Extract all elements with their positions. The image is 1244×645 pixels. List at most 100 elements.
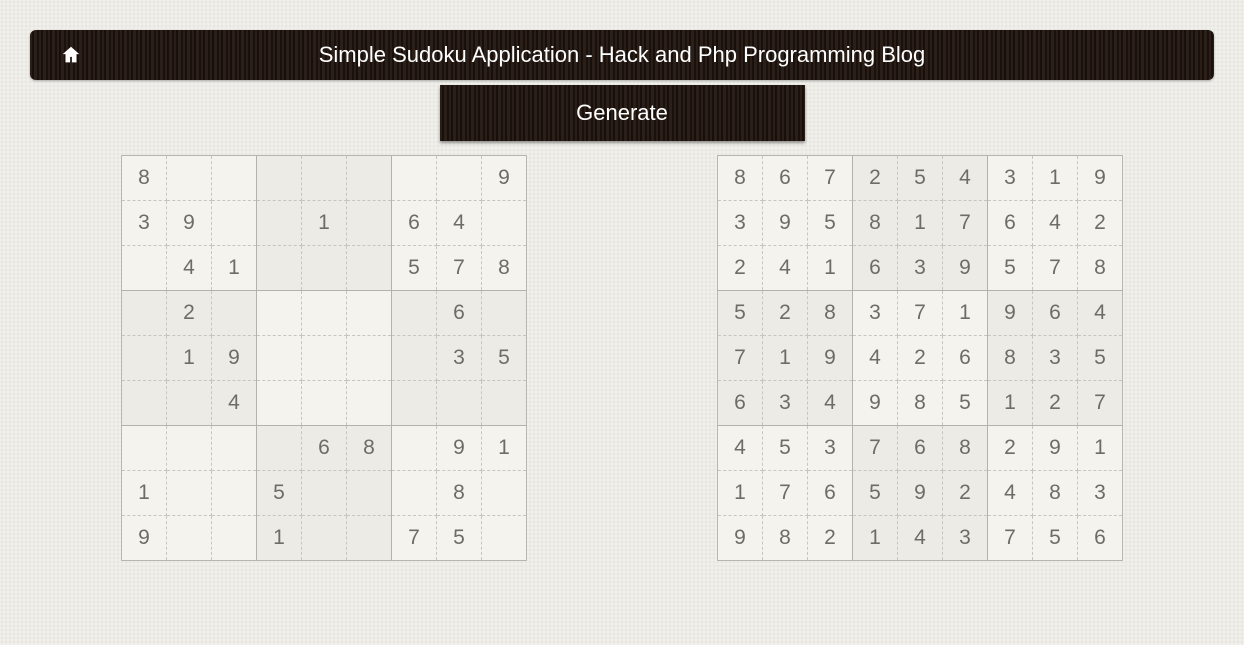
puzzle-cell[interactable] — [122, 246, 167, 291]
puzzle-cell[interactable]: 4 — [437, 201, 482, 246]
puzzle-cell[interactable]: 9 — [122, 516, 167, 561]
puzzle-cell[interactable] — [257, 201, 302, 246]
puzzle-cell[interactable] — [392, 291, 437, 336]
puzzle-cell[interactable] — [302, 291, 347, 336]
puzzle-cell[interactable] — [302, 246, 347, 291]
solution-cell: 7 — [943, 201, 988, 246]
solution-cell: 9 — [943, 246, 988, 291]
puzzle-cell[interactable]: 8 — [347, 426, 392, 471]
puzzle-cell[interactable]: 9 — [482, 156, 527, 201]
puzzle-cell[interactable]: 1 — [257, 516, 302, 561]
puzzle-cell[interactable] — [437, 381, 482, 426]
solution-cell: 9 — [1078, 156, 1123, 201]
puzzle-cell[interactable]: 3 — [437, 336, 482, 381]
puzzle-cell[interactable] — [257, 156, 302, 201]
puzzle-cell[interactable]: 7 — [392, 516, 437, 561]
puzzle-cell[interactable] — [392, 471, 437, 516]
puzzle-cell[interactable] — [167, 471, 212, 516]
generate-button[interactable]: Generate — [440, 85, 805, 141]
puzzle-cell[interactable]: 1 — [302, 201, 347, 246]
puzzle-cell[interactable] — [437, 156, 482, 201]
puzzle-cell[interactable] — [392, 156, 437, 201]
puzzle-cell[interactable] — [122, 291, 167, 336]
puzzle-cell[interactable]: 6 — [437, 291, 482, 336]
puzzle-cell[interactable] — [392, 336, 437, 381]
puzzle-cell[interactable] — [302, 156, 347, 201]
puzzle-cell[interactable] — [482, 291, 527, 336]
puzzle-cell[interactable] — [257, 336, 302, 381]
puzzle-cell[interactable] — [302, 471, 347, 516]
puzzle-cell[interactable] — [302, 516, 347, 561]
puzzle-cell[interactable] — [167, 156, 212, 201]
puzzle-cell[interactable]: 9 — [212, 336, 257, 381]
puzzle-cell[interactable]: 4 — [212, 381, 257, 426]
puzzle-cell[interactable] — [347, 246, 392, 291]
solution-cell: 7 — [988, 516, 1033, 561]
puzzle-cell[interactable]: 5 — [257, 471, 302, 516]
puzzle-cell[interactable]: 8 — [482, 246, 527, 291]
solution-cell: 5 — [898, 156, 943, 201]
puzzle-cell[interactable] — [212, 201, 257, 246]
puzzle-cell[interactable] — [482, 201, 527, 246]
puzzle-cell[interactable] — [167, 516, 212, 561]
puzzle-cell[interactable] — [212, 156, 257, 201]
puzzle-cell[interactable]: 1 — [167, 336, 212, 381]
solution-cell: 9 — [898, 471, 943, 516]
puzzle-cell[interactable]: 9 — [437, 426, 482, 471]
solution-cell: 2 — [763, 291, 808, 336]
solution-cell: 5 — [853, 471, 898, 516]
puzzle-cell[interactable]: 5 — [482, 336, 527, 381]
puzzle-cell[interactable] — [482, 516, 527, 561]
puzzle-cell[interactable] — [482, 381, 527, 426]
puzzle-cell[interactable] — [482, 471, 527, 516]
puzzle-cell[interactable]: 2 — [167, 291, 212, 336]
solution-cell: 2 — [988, 426, 1033, 471]
puzzle-cell[interactable] — [167, 426, 212, 471]
puzzle-cell[interactable]: 5 — [392, 246, 437, 291]
puzzle-cell[interactable] — [347, 516, 392, 561]
puzzle-cell[interactable] — [257, 426, 302, 471]
puzzle-cell[interactable]: 6 — [392, 201, 437, 246]
puzzle-cell[interactable] — [212, 471, 257, 516]
puzzle-cell[interactable] — [302, 336, 347, 381]
puzzle-cell[interactable] — [212, 516, 257, 561]
home-icon[interactable] — [60, 44, 82, 66]
puzzle-cell[interactable] — [122, 426, 167, 471]
puzzle-cell[interactable] — [347, 156, 392, 201]
puzzle-cell[interactable] — [257, 246, 302, 291]
solution-cell: 1 — [1033, 156, 1078, 201]
puzzle-cell[interactable] — [122, 381, 167, 426]
puzzle-cell[interactable] — [257, 381, 302, 426]
puzzle-cell[interactable] — [167, 381, 212, 426]
solution-cell: 9 — [853, 381, 898, 426]
solution-cell: 6 — [1078, 516, 1123, 561]
solution-cell: 6 — [943, 336, 988, 381]
puzzle-cell[interactable] — [212, 291, 257, 336]
solution-cell: 8 — [943, 426, 988, 471]
puzzle-cell[interactable] — [347, 381, 392, 426]
puzzle-cell[interactable] — [392, 426, 437, 471]
puzzle-cell[interactable] — [122, 336, 167, 381]
puzzle-cell[interactable] — [212, 426, 257, 471]
puzzle-cell[interactable] — [347, 291, 392, 336]
puzzle-cell[interactable] — [347, 336, 392, 381]
puzzle-cell[interactable]: 3 — [122, 201, 167, 246]
solution-cell: 7 — [1033, 246, 1078, 291]
solution-cell: 3 — [853, 291, 898, 336]
puzzle-cell[interactable]: 9 — [167, 201, 212, 246]
puzzle-cell[interactable]: 1 — [212, 246, 257, 291]
puzzle-cell[interactable]: 7 — [437, 246, 482, 291]
puzzle-cell[interactable]: 5 — [437, 516, 482, 561]
puzzle-cell[interactable] — [257, 291, 302, 336]
puzzle-cell[interactable]: 8 — [437, 471, 482, 516]
puzzle-cell[interactable] — [347, 201, 392, 246]
puzzle-cell[interactable]: 1 — [122, 471, 167, 516]
puzzle-cell[interactable] — [347, 471, 392, 516]
puzzle-cell[interactable]: 8 — [122, 156, 167, 201]
solution-cell: 6 — [763, 156, 808, 201]
puzzle-cell[interactable] — [392, 381, 437, 426]
puzzle-cell[interactable]: 1 — [482, 426, 527, 471]
puzzle-cell[interactable]: 6 — [302, 426, 347, 471]
puzzle-cell[interactable]: 4 — [167, 246, 212, 291]
puzzle-cell[interactable] — [302, 381, 347, 426]
